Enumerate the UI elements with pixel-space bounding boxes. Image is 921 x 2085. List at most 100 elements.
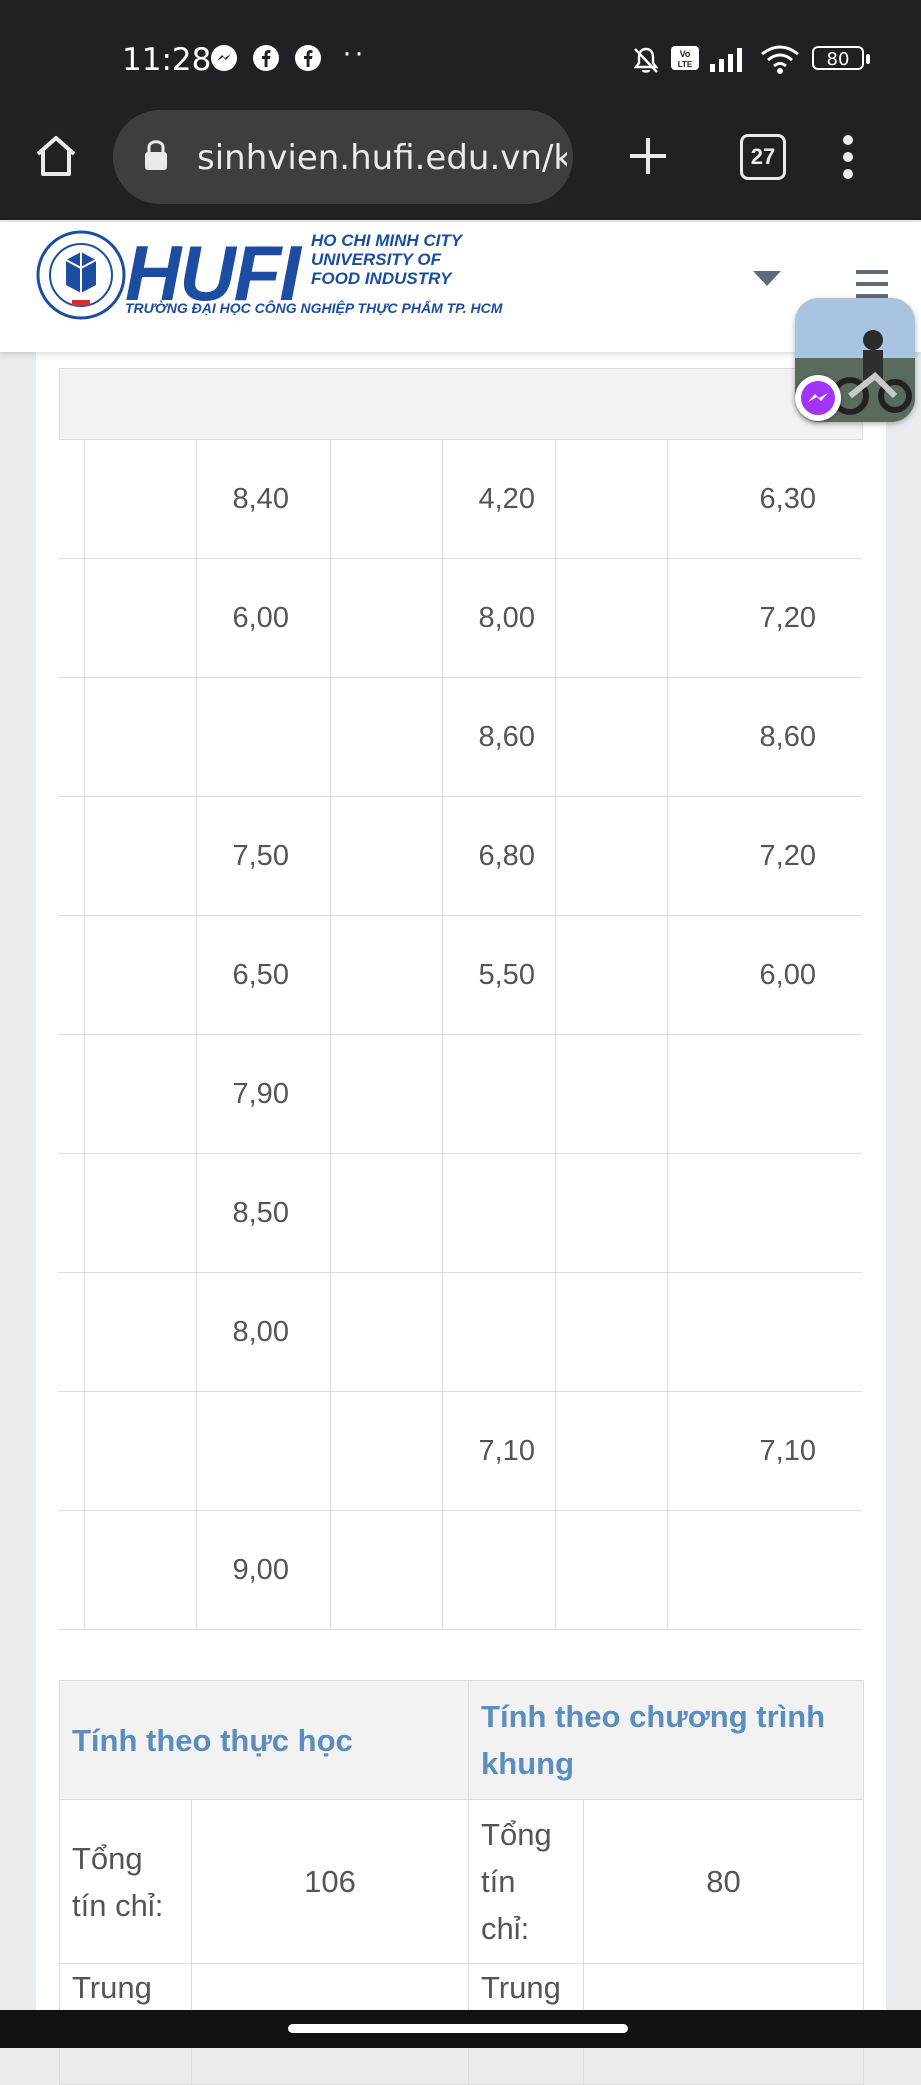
grade-cell (83, 796, 197, 916)
grade-cell (554, 915, 668, 1035)
grade-cell (329, 677, 443, 797)
logo-line-2: UNIVERSITY OF (311, 250, 442, 269)
grade-cell (554, 440, 668, 559)
volte-icon: Vo LTE (671, 46, 699, 70)
grade-cell (441, 1153, 556, 1273)
grade-row: 7,10 7,10 (58, 1391, 862, 1511)
grade-cell (329, 915, 443, 1035)
grade-row: 8,00 (58, 1272, 862, 1392)
grade-cell (666, 1510, 862, 1630)
logo-line-3: FOOD INDUSTRY (311, 269, 452, 288)
grade-cell (554, 677, 668, 797)
grade-cell (441, 1034, 556, 1154)
bell-muted-icon (633, 47, 659, 73)
row-edge-cell (58, 558, 85, 678)
grade-cell (83, 1272, 197, 1392)
grade-cell: 8,40 (195, 440, 331, 559)
new-tab-icon[interactable] (626, 134, 670, 178)
grade-row: 7,90 (58, 1034, 862, 1154)
grade-cell (83, 1391, 197, 1511)
grade-cell (554, 1034, 668, 1154)
grade-cell: 4,20 (441, 440, 556, 559)
messenger-notification-icon (211, 45, 237, 71)
grade-cell: 6,00 (195, 558, 331, 678)
grade-cell: 7,90 (195, 1034, 331, 1154)
status-time: 11:28 (122, 42, 212, 78)
grade-cell (329, 1510, 443, 1630)
hufi-emblem-icon (36, 230, 126, 320)
grade-cell (83, 915, 197, 1035)
grade-cell (329, 1153, 443, 1273)
grade-cell: 6,30 (666, 440, 862, 559)
grade-row: 6,00 8,00 7,20 (58, 558, 862, 678)
battery-icon: 80 (812, 46, 870, 70)
grade-row: 9,00 (58, 1510, 862, 1630)
grade-row: 8,60 8,60 (58, 677, 862, 797)
tab-switcher-button[interactable]: 27 (740, 134, 786, 180)
grade-row: 8,50 (58, 1153, 862, 1273)
grade-row: 6,50 5,50 6,00 (58, 915, 862, 1035)
address-bar[interactable]: sinhvien.hufi.edu.vn/k (113, 110, 573, 204)
grade-cell (83, 677, 197, 797)
grade-cell: 8,60 (666, 677, 862, 797)
grade-row: 8,40 4,20 6,30 (58, 440, 862, 559)
grade-cell: 8,00 (195, 1272, 331, 1392)
svg-text:LTE: LTE (678, 60, 693, 69)
grade-cell (666, 1272, 862, 1392)
wifi-icon (761, 45, 799, 74)
grade-cell: 7,20 (666, 558, 862, 678)
grade-cell: 7,10 (666, 1391, 862, 1511)
row-edge-cell (58, 440, 85, 559)
facebook-notification-icon (253, 45, 279, 71)
home-gesture-handle[interactable] (288, 2024, 628, 2033)
more-options-icon[interactable] (840, 132, 856, 182)
grade-cell (554, 1272, 668, 1392)
grade-cell (83, 440, 197, 559)
row-edge-cell (58, 1153, 85, 1273)
grade-cell: 9,00 (195, 1510, 331, 1630)
url-text[interactable]: sinhvien.hufi.edu.vn/k (197, 138, 567, 178)
grade-cell (441, 1272, 556, 1392)
logo-line-1: HO CHI MINH CITY (311, 231, 463, 250)
row-edge-cell (58, 915, 85, 1035)
grade-cell (195, 1391, 331, 1511)
grade-cell: 5,50 (441, 915, 556, 1035)
dropdown-caret-icon[interactable] (752, 270, 782, 288)
grade-cell (83, 1153, 197, 1273)
row-edge-cell (58, 1272, 85, 1392)
grade-cell (554, 1153, 668, 1273)
grade-cell: 6,50 (195, 915, 331, 1035)
hamburger-menu-icon[interactable] (856, 270, 888, 298)
site-header: HUFI HO CHI MINH CITY UNIVERSITY OF FOOD… (0, 222, 921, 352)
grade-cell (666, 1034, 862, 1154)
grade-cell: 7,10 (441, 1391, 556, 1511)
signal-strength-icon (710, 48, 742, 72)
row-edge-cell (58, 1510, 85, 1630)
grade-cell (329, 796, 443, 916)
logo-vietnamese-name: TRƯỜNG ĐẠI HỌC CÔNG NGHIỆP THỰC PHẨM TP.… (125, 300, 503, 316)
more-notifications-icon: ·· (342, 36, 366, 69)
status-bar: 11:28 ·· Vo LTE 80 (0, 0, 921, 110)
home-icon[interactable] (32, 132, 80, 180)
grade-cell: 8,50 (195, 1153, 331, 1273)
row-edge-cell (58, 1391, 85, 1511)
lock-icon[interactable] (143, 138, 169, 172)
grade-cell (83, 558, 197, 678)
grade-cell: 6,80 (441, 796, 556, 916)
summary-header-actual: Tính theo thực học (58, 1680, 470, 1800)
grade-cell (83, 1510, 197, 1630)
row-edge-cell (58, 796, 85, 916)
grade-cell (195, 677, 331, 797)
grade-cell (554, 1510, 668, 1630)
grade-cell (554, 1391, 668, 1511)
grade-cell (329, 558, 443, 678)
grades-table: 8,40 4,20 6,30 6,00 8,00 7,20 8,60 8,60 7,50 6,80… (58, 440, 862, 1630)
grade-cell: 8,60 (441, 677, 556, 797)
browser-toolbar: sinhvien.hufi.edu.vn/k 27 (0, 110, 921, 220)
grade-cell: 8,00 (441, 558, 556, 678)
facebook-notification-icon (295, 45, 321, 71)
grade-cell (441, 1510, 556, 1630)
total-credits-label: Tổng tín chỉ: (59, 1799, 192, 1964)
row-edge-cell (58, 677, 85, 797)
grade-cell (83, 1034, 197, 1154)
